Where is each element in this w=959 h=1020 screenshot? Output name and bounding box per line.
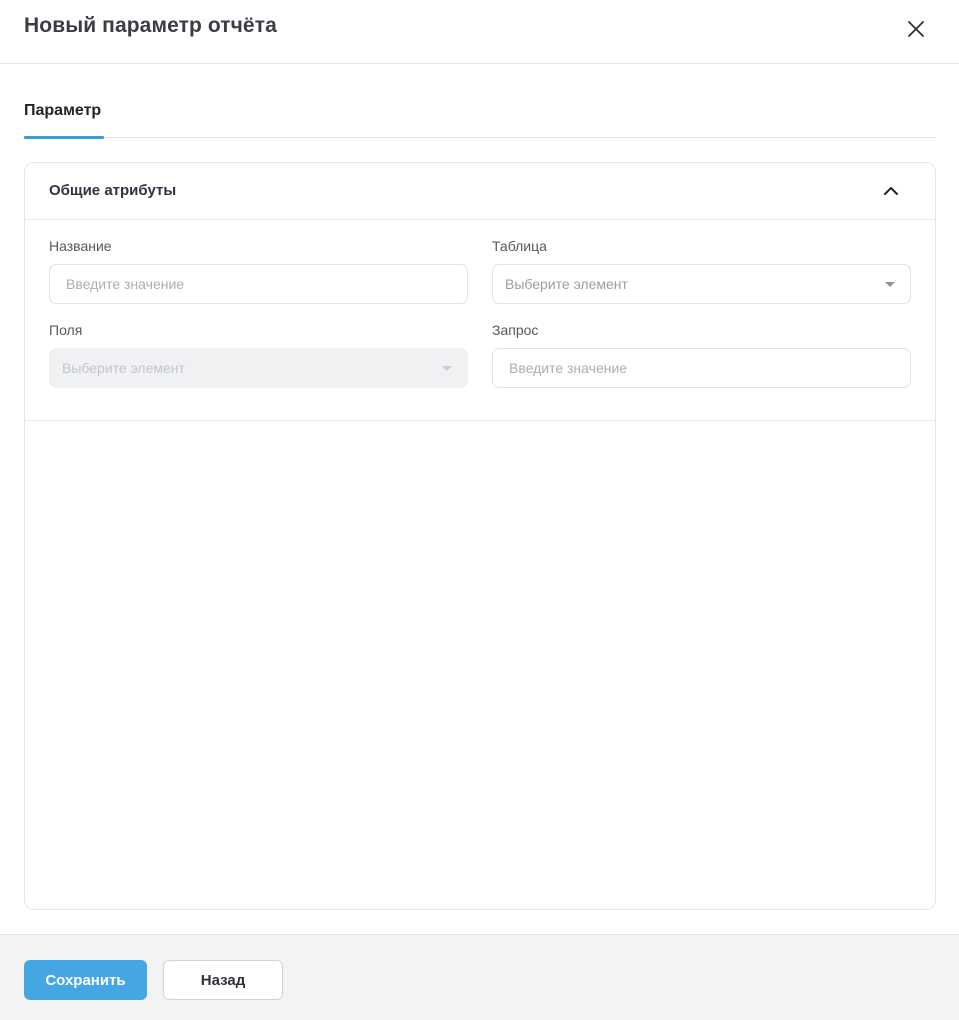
tab-label: Параметр <box>24 102 102 119</box>
name-label: Название <box>49 238 112 254</box>
attributes-form: Название Таблица Выберите элемент Поля В… <box>25 220 935 421</box>
save-button[interactable]: Сохранить <box>24 960 147 1000</box>
query-label: Запрос <box>492 322 539 338</box>
name-input[interactable] <box>49 264 468 304</box>
back-button[interactable]: Назад <box>163 960 283 1000</box>
table-select[interactable]: Выберите элемент <box>492 264 911 304</box>
table-label: Таблица <box>492 238 547 254</box>
dialog-title: Новый параметр отчёта <box>24 14 277 37</box>
close-icon <box>908 21 924 37</box>
fields-select-placeholder: Выберите элемент <box>62 360 185 376</box>
fields-select: Выберите элемент <box>49 348 468 388</box>
dialog-header: Новый параметр отчёта <box>0 0 959 64</box>
caret-down-icon <box>885 282 895 287</box>
chevron-up-icon <box>884 187 898 195</box>
section-title: Общие атрибуты <box>49 182 177 199</box>
caret-down-icon <box>442 366 452 371</box>
fields-label: Поля <box>49 322 83 338</box>
close-button[interactable] <box>902 15 930 43</box>
report-parameter-dialog: Новый параметр отчёта Параметр Общие атр… <box>0 0 959 1020</box>
section-header[interactable]: Общие атрибуты <box>25 163 935 220</box>
general-attributes-card: Общие атрибуты Название Таблица Выберите… <box>24 162 936 910</box>
query-input[interactable] <box>492 348 911 388</box>
table-select-placeholder: Выберите элемент <box>505 276 628 292</box>
tab-bar: Параметр <box>24 96 936 139</box>
collapse-toggle[interactable] <box>881 181 901 201</box>
dialog-footer: Сохранить Назад <box>0 934 959 1020</box>
tab-parameter[interactable]: Параметр <box>24 96 104 139</box>
active-tab-indicator <box>24 136 104 139</box>
